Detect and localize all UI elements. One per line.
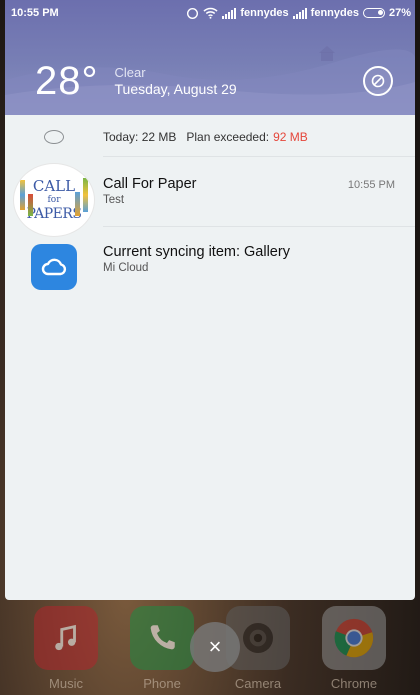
logo-text: for bbox=[47, 195, 61, 205]
chrome-icon bbox=[322, 606, 386, 670]
battery-percent: 27% bbox=[388, 7, 411, 19]
logo-text: CALL bbox=[32, 177, 76, 195]
dnd-icon bbox=[371, 74, 385, 88]
dock-app-label: Camera bbox=[234, 676, 282, 691]
dock-app-label: Music bbox=[49, 676, 83, 691]
notification-title-row: Current syncing item: Gallery bbox=[103, 244, 395, 260]
dock-app-label: Chrome bbox=[330, 676, 378, 691]
close-notifications-button[interactable]: × bbox=[190, 622, 240, 672]
status-time: 10:55 PM bbox=[11, 7, 59, 19]
notification-shade: 10:55 PM fennydes fennydes 27% 28° Clear… bbox=[5, 0, 415, 600]
notification-subtitle: Test bbox=[103, 194, 125, 206]
logo-decoration bbox=[20, 180, 25, 210]
notification-mi-cloud[interactable]: Current syncing item: Gallery Mi Cloud bbox=[5, 244, 415, 292]
status-icons: fennydes fennydes 27% bbox=[186, 7, 411, 20]
data-usage-row[interactable]: Today: 22 MB Plan exceeded: 92 MB bbox=[5, 118, 415, 156]
notification-body: Current syncing item: Gallery Mi Cloud bbox=[103, 244, 415, 274]
notification-title-row: Call For Paper 10:55 PM bbox=[103, 176, 395, 192]
notification-call-for-paper[interactable]: CALL for PAPERS Call For Paper 10:55 PM … bbox=[5, 164, 415, 236]
notification-title: Call For Paper bbox=[103, 176, 197, 192]
logo-decoration bbox=[28, 194, 33, 216]
cloud-icon bbox=[31, 244, 77, 290]
status-bar: 10:55 PM fennydes fennydes 27% bbox=[5, 0, 415, 26]
notification-icon-wrap: CALL for PAPERS bbox=[5, 164, 103, 236]
logo-decoration bbox=[75, 192, 80, 216]
weather-text: Clear Tuesday, August 29 bbox=[115, 65, 237, 97]
phone-icon bbox=[130, 606, 194, 670]
temperature: 28° bbox=[35, 59, 99, 103]
close-icon: × bbox=[208, 634, 222, 659]
dock-app-phone[interactable]: Phone bbox=[126, 606, 198, 691]
notification-subtitle: Mi Cloud bbox=[103, 262, 149, 274]
weather-date: Tuesday, August 29 bbox=[114, 81, 237, 97]
notification-icon-wrap bbox=[5, 244, 103, 290]
data-plan-label: Plan exceeded: bbox=[186, 130, 270, 144]
wifi-icon bbox=[203, 7, 218, 19]
notification-time: 10:55 PM bbox=[347, 179, 395, 191]
dock-app-music[interactable]: Music bbox=[30, 606, 102, 691]
dock-app-chrome[interactable]: Chrome bbox=[318, 606, 390, 691]
music-icon bbox=[34, 606, 98, 670]
divider bbox=[103, 156, 415, 157]
dnd-button[interactable] bbox=[363, 66, 393, 96]
signal-icon bbox=[292, 7, 307, 19]
data-usage-icon-wrap bbox=[5, 130, 103, 144]
carrier-name: fennydes bbox=[310, 7, 359, 19]
data-usage-icon bbox=[44, 130, 64, 144]
battery-icon bbox=[362, 8, 385, 18]
divider bbox=[103, 226, 415, 227]
logo-decoration bbox=[83, 178, 88, 212]
weather-widget[interactable]: 28° Clear Tuesday, August 29 bbox=[35, 56, 237, 106]
notification-body: Call For Paper 10:55 PM Test bbox=[103, 176, 415, 206]
data-exceeded-value: 92 MB bbox=[273, 130, 308, 144]
shade-header: 10:55 PM fennydes fennydes 27% 28° Clear… bbox=[5, 0, 415, 115]
data-today: Today: 22 MB bbox=[103, 130, 177, 144]
signal-icon bbox=[222, 7, 237, 19]
logo-text: PAPERS bbox=[26, 206, 82, 222]
notification-title: Current syncing item: Gallery bbox=[103, 244, 290, 260]
call-for-papers-logo: CALL for PAPERS bbox=[14, 164, 94, 236]
dock-app-label: Phone bbox=[143, 676, 181, 691]
carrier-name: fennydes bbox=[240, 7, 289, 19]
weather-condition: Clear bbox=[114, 65, 146, 80]
battery-level bbox=[377, 10, 383, 15]
alarm-icon bbox=[186, 7, 199, 20]
